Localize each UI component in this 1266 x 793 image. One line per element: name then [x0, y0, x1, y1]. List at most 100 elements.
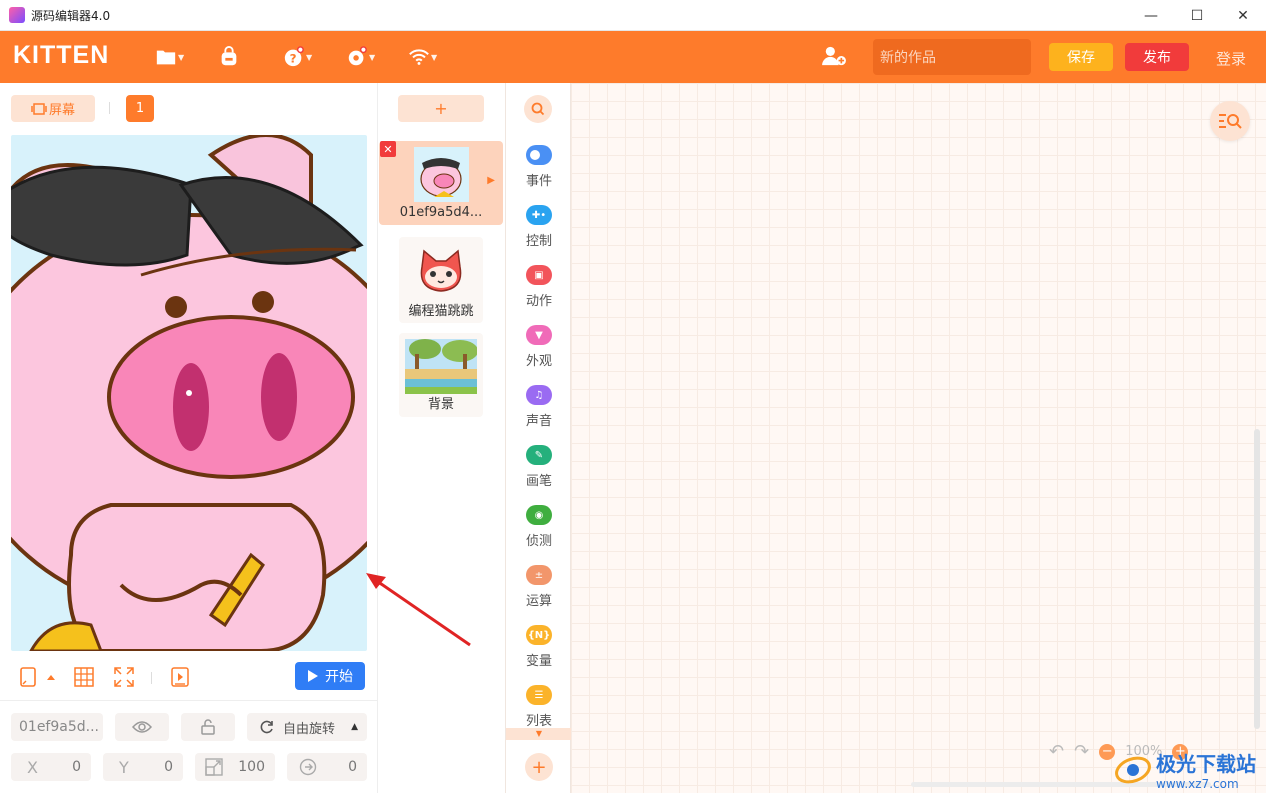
- watermark-url: www.xz7.com: [1156, 777, 1239, 791]
- rotate-icon: [260, 720, 273, 734]
- direction-icon: [299, 758, 317, 776]
- sprite-card[interactable]: 背景: [399, 333, 483, 417]
- help-menu[interactable]: ? ▼: [283, 45, 312, 69]
- block-category-panel: 事件 ✚• 控制 ▣ 动作 ▼ 外观 ♫ 声音 ✎ 画笔 ◉ 侦测 ± 运算 {…: [505, 83, 572, 793]
- scene-tab-1[interactable]: 1: [126, 95, 154, 122]
- screen-button[interactable]: 屏幕: [11, 95, 95, 122]
- y-label: Y: [119, 757, 129, 777]
- watermark-brand: 极光下载站: [1156, 752, 1256, 776]
- delete-sprite-icon[interactable]: ✕: [380, 141, 396, 157]
- backpack-button[interactable]: [218, 45, 240, 69]
- sprite-card[interactable]: ✕ 01ef9a5d4... ▶: [379, 141, 503, 225]
- sprite-name: 编程猫跳跳: [408, 304, 474, 319]
- category-variables[interactable]: {N} 变量: [506, 625, 572, 681]
- video-preview-icon[interactable]: [169, 666, 191, 688]
- publish-button[interactable]: 发布: [1125, 43, 1189, 71]
- stage-panel: 屏幕 1 开始 01ef9a5d... 自由旋转 ▲ X 0 Y 0 100 0: [0, 83, 378, 793]
- redo-icon[interactable]: ↷: [1074, 741, 1089, 762]
- chevron-right-icon[interactable]: ▶: [487, 175, 495, 186]
- stage-canvas[interactable]: [11, 135, 367, 651]
- category-sensing[interactable]: ◉ 侦测: [506, 505, 572, 561]
- save-button[interactable]: 保存: [1049, 43, 1113, 71]
- close-button[interactable]: ✕: [1220, 0, 1266, 31]
- x-value: 0: [72, 759, 81, 775]
- settings-menu[interactable]: ▼: [346, 45, 375, 69]
- minimize-button[interactable]: —: [1128, 0, 1174, 31]
- work-name-input[interactable]: [873, 39, 1031, 75]
- category-sound[interactable]: ♫ 声音: [506, 385, 572, 441]
- login-link[interactable]: 登录: [1216, 48, 1246, 69]
- resize-icon: [205, 758, 223, 776]
- zoom-out-icon[interactable]: −: [1099, 743, 1116, 760]
- caret-up-icon[interactable]: [44, 666, 58, 688]
- category-looks[interactable]: ▼ 外观: [506, 325, 572, 381]
- grid-icon[interactable]: [73, 666, 95, 688]
- sprite-card[interactable]: 编程猫跳跳: [399, 237, 483, 323]
- sprite-name-field[interactable]: 01ef9a5d...: [11, 713, 103, 741]
- category-label: 事件: [525, 174, 552, 189]
- category-label: 列表: [525, 714, 552, 729]
- chevron-down-icon[interactable]: ▼: [506, 728, 572, 740]
- screen-icon: [31, 102, 47, 115]
- maximize-button[interactable]: ☐: [1174, 0, 1220, 31]
- lock-toggle[interactable]: [181, 713, 235, 741]
- watermark-logo-icon: [1115, 756, 1151, 783]
- undo-icon[interactable]: ↶: [1049, 741, 1064, 762]
- kitten-logo: KITTEN: [13, 41, 110, 69]
- caret-up-icon: ▲: [351, 722, 358, 732]
- x-position-field[interactable]: X 0: [11, 753, 91, 781]
- category-motion[interactable]: ▣ 动作: [506, 265, 572, 321]
- unlock-icon: [201, 719, 215, 735]
- code-workspace[interactable]: ↶ ↷ − 100% + 极光下载站 www.xz7.com: [571, 83, 1266, 793]
- category-label: 外观: [525, 354, 552, 369]
- add-sprite-button[interactable]: +: [398, 95, 484, 122]
- search-icon: [531, 102, 545, 116]
- divider: [151, 672, 152, 684]
- play-icon: [308, 670, 318, 682]
- stage-ratio-icon[interactable]: [17, 666, 39, 688]
- workspace-search-button[interactable]: [1210, 101, 1250, 141]
- control-icon: ✚•: [526, 205, 552, 225]
- gear-icon: [348, 46, 367, 66]
- y-position-field[interactable]: Y 0: [103, 753, 183, 781]
- start-button[interactable]: 开始: [295, 662, 365, 690]
- motion-icon: ▣: [526, 265, 552, 285]
- title-bar: 源码编辑器4.0 — ☐ ✕: [0, 0, 1266, 31]
- svg-text:?: ?: [290, 52, 297, 66]
- pen-icon: ✎: [526, 445, 552, 465]
- size-value: 100: [238, 759, 265, 775]
- visibility-toggle[interactable]: [115, 713, 169, 741]
- fullscreen-icon[interactable]: [113, 666, 135, 688]
- category-label: 控制: [525, 234, 552, 249]
- category-label: 变量: [525, 654, 552, 669]
- category-control[interactable]: ✚• 控制: [506, 205, 572, 261]
- pig-sprite-thumbnail: [414, 147, 469, 202]
- vertical-scrollbar[interactable]: [1254, 429, 1260, 729]
- file-menu[interactable]: ▼: [155, 45, 184, 69]
- events-icon: [526, 145, 552, 165]
- backpack-icon: [221, 46, 237, 66]
- window-title: 源码编辑器4.0: [31, 8, 111, 23]
- rotation-label: 自由旋转: [283, 721, 336, 737]
- screen-label: 屏幕: [48, 103, 75, 118]
- sprite-name: 01ef9a5d4...: [399, 205, 483, 220]
- category-operators[interactable]: ± 运算: [506, 565, 572, 621]
- sensing-icon: ◉: [526, 505, 552, 525]
- category-pen[interactable]: ✎ 画笔: [506, 445, 572, 501]
- add-user-icon: [822, 46, 846, 66]
- network-menu[interactable]: ▼: [408, 45, 437, 69]
- background-thumbnail: [405, 339, 477, 394]
- category-label: 动作: [525, 294, 552, 309]
- annotation-arrow: [366, 573, 471, 647]
- watermark: 极光下载站 www.xz7.com: [1114, 748, 1256, 791]
- eye-icon: [132, 721, 152, 733]
- category-events[interactable]: 事件: [506, 145, 572, 201]
- direction-field[interactable]: 0: [287, 753, 367, 781]
- add-collaborator-button[interactable]: [820, 44, 848, 68]
- pig-sprite-image[interactable]: [11, 135, 367, 651]
- rotation-mode-select[interactable]: 自由旋转 ▲: [247, 713, 367, 741]
- block-search-button[interactable]: [524, 95, 552, 123]
- add-extension-button[interactable]: +: [525, 753, 553, 781]
- size-field[interactable]: 100: [195, 753, 275, 781]
- wifi-icon: [409, 49, 429, 65]
